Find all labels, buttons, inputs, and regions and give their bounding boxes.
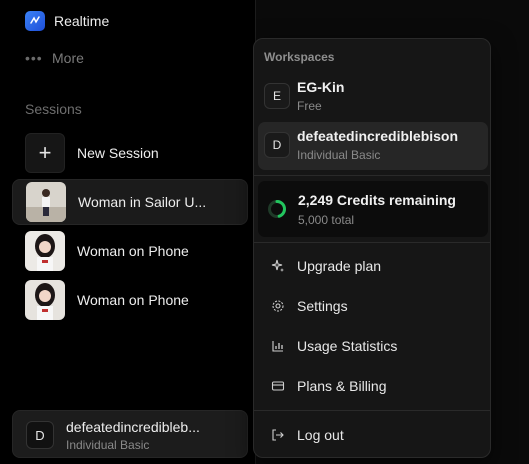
menu-divider [254,175,490,176]
session-thumbnail [25,280,65,320]
usage-statistics-item[interactable]: Usage Statistics [258,329,488,363]
new-session-button[interactable]: + New Session [12,130,248,176]
session-thumbnail [26,182,66,222]
app-root: Realtime ••• More Sessions + New Session… [0,0,529,464]
credits-progress-ring [268,200,286,218]
logout-item[interactable]: Log out [258,418,488,452]
menu-divider [254,242,490,243]
plans-billing-item[interactable]: Plans & Billing [258,369,488,403]
sessions-title: Sessions [25,101,82,117]
logout-label: Log out [297,427,344,443]
user-avatar: D [26,421,54,449]
sparkle-icon [270,258,286,274]
plans-billing-label: Plans & Billing [297,378,387,394]
nav-realtime-label: Realtime [54,13,110,29]
credits-remaining: 2,249 Credits remaining [298,192,456,208]
nav-more-label: More [52,50,84,66]
user-plan: Individual Basic [66,438,150,452]
workspace-item[interactable]: E EG-Kin Free [258,73,488,121]
usage-statistics-label: Usage Statistics [297,338,398,354]
session-label: Woman in Sailor U... [78,194,207,210]
workspace-name: defeatedincrediblebison [297,128,459,144]
sidebar: Realtime ••• More Sessions + New Session… [0,0,256,464]
workspace-plan: Free [297,99,322,113]
new-session-label: New Session [77,145,159,161]
nav-realtime[interactable]: Realtime [25,11,109,31]
upgrade-plan-item[interactable]: Upgrade plan [258,249,488,283]
session-thumbnail [25,231,65,271]
workspace-avatar: E [264,83,290,109]
settings-item[interactable]: Settings [258,289,488,323]
plus-icon: + [25,133,65,173]
credits-total: 5,000 total [298,213,355,227]
session-label: Woman on Phone [77,243,189,259]
credit-card-icon [270,378,286,394]
upgrade-plan-label: Upgrade plan [297,258,382,274]
menu-divider [254,410,490,411]
user-account-button[interactable]: D defeatedincredibleb... Individual Basi… [12,410,248,458]
realtime-icon [25,11,45,31]
gear-icon [270,298,286,314]
credits-panel: 2,249 Credits remaining 5,000 total [258,181,488,237]
session-item[interactable]: Woman on Phone [12,277,248,323]
user-name: defeatedincredibleb... [66,419,200,435]
workspace-name: EG-Kin [297,79,345,95]
workspace-item-selected[interactable]: D defeatedincrediblebison Individual Bas… [258,122,488,170]
nav-more[interactable]: ••• More [25,50,84,66]
workspace-plan: Individual Basic [297,148,381,162]
more-dots-icon: ••• [25,50,43,66]
session-item[interactable]: Woman in Sailor U... [12,179,248,225]
session-item[interactable]: Woman on Phone [12,228,248,274]
bar-chart-icon [270,338,286,354]
workspaces-title: Workspaces [264,50,335,64]
session-label: Woman on Phone [77,292,189,308]
account-menu: Workspaces E EG-Kin Free D defeatedincre… [253,38,491,458]
logout-icon [270,427,286,443]
settings-label: Settings [297,298,348,314]
workspace-avatar: D [264,132,290,158]
